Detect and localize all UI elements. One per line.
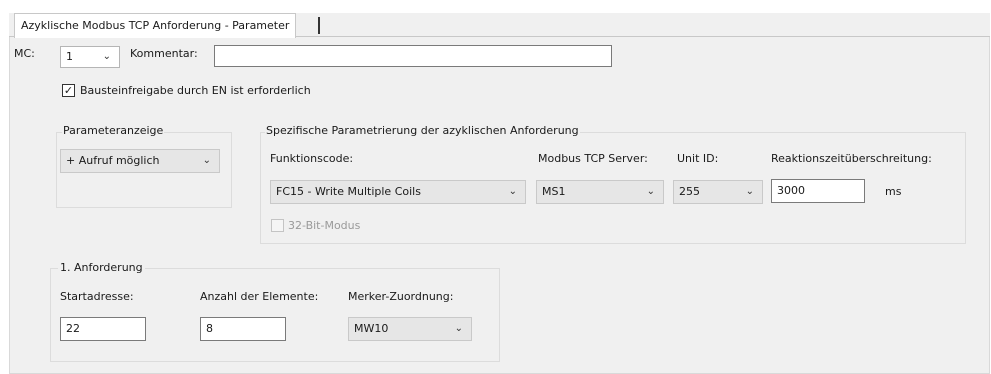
timeout-input[interactable]: 3000 [771,179,865,203]
request-group [50,268,500,362]
unit-id-label: Unit ID: [677,152,719,165]
bit32-label: 32-Bit-Modus [288,219,361,232]
enable-label: Bausteinfreigabe durch EN ist erforderli… [80,84,311,97]
param-display-title: Parameteranzeige [62,124,165,138]
chevron-down-icon: ⌄ [102,51,111,62]
function-code-value: FC15 - Write Multiple Coils [276,185,421,198]
request-title: 1. Anforderung [58,261,145,275]
mc-label: MC: [14,47,35,60]
server-label: Modbus TCP Server: [538,152,648,165]
mc-select[interactable]: 1 ⌄ [60,46,120,68]
comment-input[interactable] [214,45,612,67]
timeout-label: Reaktionszeitüberschreitung: [771,152,932,165]
checkmark-icon: ✓ [63,84,74,97]
chevron-down-icon: ⌄ [508,186,517,197]
unit-id-value: 255 [679,185,700,198]
start-address-input[interactable]: 22 [60,317,146,341]
element-count-input[interactable]: 8 [200,317,286,341]
function-code-select[interactable]: FC15 - Write Multiple Coils ⌄ [270,180,526,204]
tab-caret [318,17,320,34]
chevron-down-icon: ⌄ [646,186,655,197]
marker-label: Merker-Zuordnung: [348,290,454,303]
start-address-label: Startadresse: [60,290,134,303]
specific-title: Spezifische Parametrierung der azyklisch… [265,124,580,138]
tab-parameter[interactable]: Azyklische Modbus TCP Anforderung - Para… [14,13,297,38]
chevron-down-icon: ⌄ [202,155,211,166]
enable-checkbox[interactable]: ✓ [62,84,75,97]
bit32-checkbox[interactable] [271,219,284,232]
function-code-label: Funktionscode: [270,152,354,165]
param-display-select[interactable]: + Aufruf möglich ⌄ [60,149,220,173]
chevron-down-icon: ⌄ [745,186,754,197]
server-select[interactable]: MS1 ⌄ [536,180,664,204]
marker-value: MW10 [354,322,389,335]
mc-value: 1 [66,50,73,63]
timeout-unit: ms [885,185,902,198]
element-count-label: Anzahl der Elemente: [200,290,319,303]
comment-label: Kommentar: [130,47,198,60]
param-display-value: + Aufruf möglich [66,154,160,167]
server-value: MS1 [542,185,566,198]
unit-id-select[interactable]: 255 ⌄ [673,180,763,204]
chevron-down-icon: ⌄ [454,323,463,334]
marker-select[interactable]: MW10 ⌄ [348,317,472,341]
